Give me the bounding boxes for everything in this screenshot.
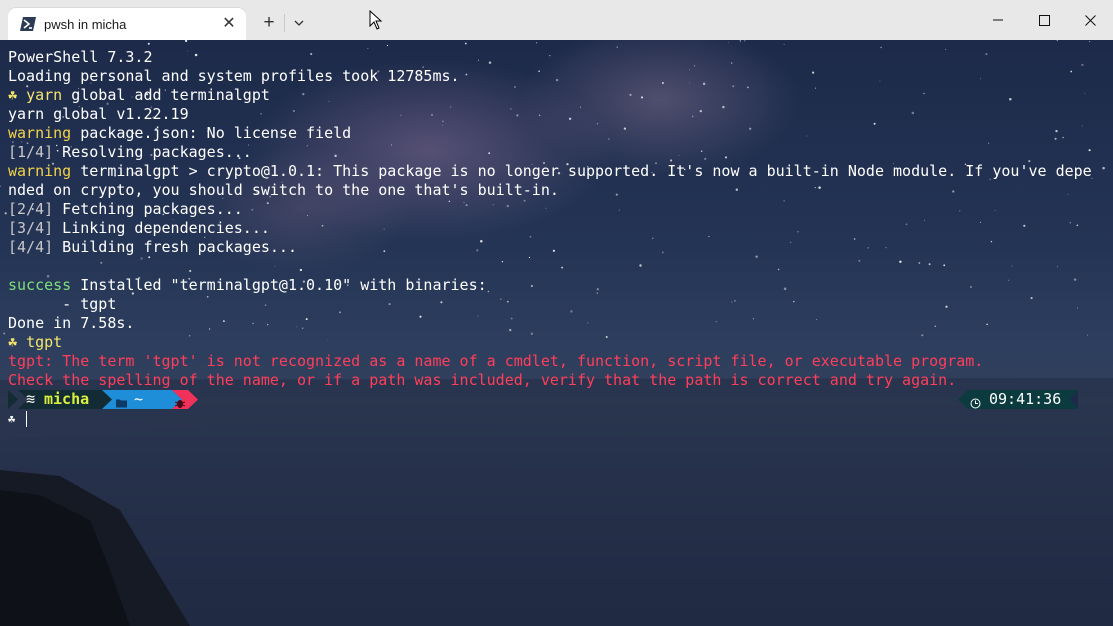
terminal-text: [1/4] — [8, 143, 54, 161]
terminal-text: ☘ — [8, 86, 27, 104]
terminal-line: success Installed "terminalgpt@1.0.10" w… — [8, 276, 1092, 295]
close-window-button[interactable] — [1067, 0, 1113, 40]
bug-icon — [175, 400, 185, 408]
minimize-icon — [993, 19, 1003, 21]
terminal-text: [2/4] — [8, 200, 54, 218]
terminal-line: [3/4] Linking dependencies... — [8, 219, 1092, 238]
prompt-user: micha — [44, 390, 90, 408]
terminal-line: PowerShell 7.3.2 — [8, 48, 1092, 67]
terminal-text: ☘ — [8, 333, 27, 351]
terminal-text: warning — [8, 162, 72, 180]
divider — [284, 14, 285, 32]
input-prompt-glyph: ☘ — [8, 412, 16, 426]
arch-icon: ≋ — [26, 390, 36, 408]
terminal-text: nded on crypto, you should switch to the… — [8, 181, 559, 199]
terminal-line: [2/4] Fetching packages... — [8, 200, 1092, 219]
prompt-clock: 09:41:36 — [958, 390, 1078, 409]
terminal-output: PowerShell 7.3.2 Loading personal and sys… — [8, 48, 1092, 390]
clock-icon — [970, 398, 981, 409]
mouse-cursor-icon — [369, 10, 383, 30]
terminal-window: pwsh in micha ✕ + PowerShell 7.3.2 Loadin — [0, 0, 1113, 626]
text-caret — [26, 411, 27, 427]
terminal-line: - tgpt — [8, 295, 1092, 314]
terminal-text: [3/4] — [8, 219, 54, 237]
tab-close-button[interactable]: ✕ — [218, 12, 240, 34]
terminal-text: Check the spelling of the name, or if a … — [8, 371, 957, 389]
title-bar: pwsh in micha ✕ + — [0, 0, 1113, 40]
terminal-line: warning package.json: No license field — [8, 124, 1092, 143]
terminal-line: Loading personal and system profiles too… — [8, 67, 1092, 86]
terminal-text: Done in 7.58s. — [8, 314, 135, 332]
maximize-button[interactable] — [1021, 0, 1067, 40]
terminal-line: Done in 7.58s. — [8, 314, 1092, 333]
terminal-text: terminalgpt > crypto@1.0.1: This package… — [71, 162, 1092, 180]
terminal-text: Linking dependencies... — [53, 219, 270, 237]
terminal-text: success — [8, 276, 72, 294]
terminal-line: ☘ yarn global add terminalgpt — [8, 86, 1092, 105]
prompt-dir: ~ — [134, 390, 144, 408]
minimize-button[interactable] — [975, 0, 1021, 40]
tab-dropdown-button[interactable] — [286, 10, 312, 36]
chevron-down-icon — [294, 20, 304, 26]
terminal-text: [4/4] — [8, 238, 54, 256]
folder-icon — [116, 399, 127, 408]
terminal-text: yarn global v1.22.19 — [8, 105, 189, 123]
tab-pwsh[interactable]: pwsh in micha ✕ — [8, 8, 246, 40]
tab-title: pwsh in micha — [44, 17, 127, 32]
terminal-text: Building fresh packages... — [53, 238, 297, 256]
powershell-icon — [20, 17, 36, 31]
terminal-line: Check the spelling of the name, or if a … — [8, 371, 1092, 390]
terminal-text: Installed "terminalgpt@1.0.10" with bina… — [71, 276, 487, 294]
maximize-icon — [1038, 14, 1050, 26]
close-icon — [1084, 14, 1096, 26]
terminal-text: PowerShell 7.3.2 — [8, 48, 153, 66]
terminal-line: [1/4] Resolving packages... — [8, 143, 1092, 162]
clock-time: 09:41:36 — [989, 390, 1062, 408]
command-input[interactable]: ☘ — [8, 409, 27, 428]
terminal-text: yarn — [26, 86, 63, 104]
new-tab-button[interactable]: + — [256, 10, 282, 36]
terminal-pane[interactable]: PowerShell 7.3.2 Loading personal and sys… — [0, 40, 1113, 626]
terminal-line: tgpt: The term 'tgpt' is not recognized … — [8, 352, 1092, 371]
terminal-line: ☘ tgpt — [8, 333, 1092, 352]
terminal-text: - tgpt — [8, 295, 117, 313]
terminal-text: Loading personal and system profiles too… — [8, 67, 460, 85]
terminal-line: [4/4] Building fresh packages... — [8, 238, 1092, 257]
terminal-text: warning — [8, 124, 72, 142]
terminal-text: tgpt: The term 'tgpt' is not recognized … — [8, 352, 984, 370]
terminal-text: Resolving packages... — [53, 143, 252, 161]
terminal-text: Fetching packages... — [53, 200, 243, 218]
terminal-line: yarn global v1.22.19 — [8, 105, 1092, 124]
terminal-text: tgpt — [26, 333, 63, 351]
terminal-text: package.json: No license field — [71, 124, 352, 142]
terminal-line: nded on crypto, you should switch to the… — [8, 181, 1092, 200]
terminal-line: warning terminalgpt > crypto@1.0.1: This… — [8, 162, 1092, 181]
terminal-text: global add terminalgpt — [62, 86, 270, 104]
